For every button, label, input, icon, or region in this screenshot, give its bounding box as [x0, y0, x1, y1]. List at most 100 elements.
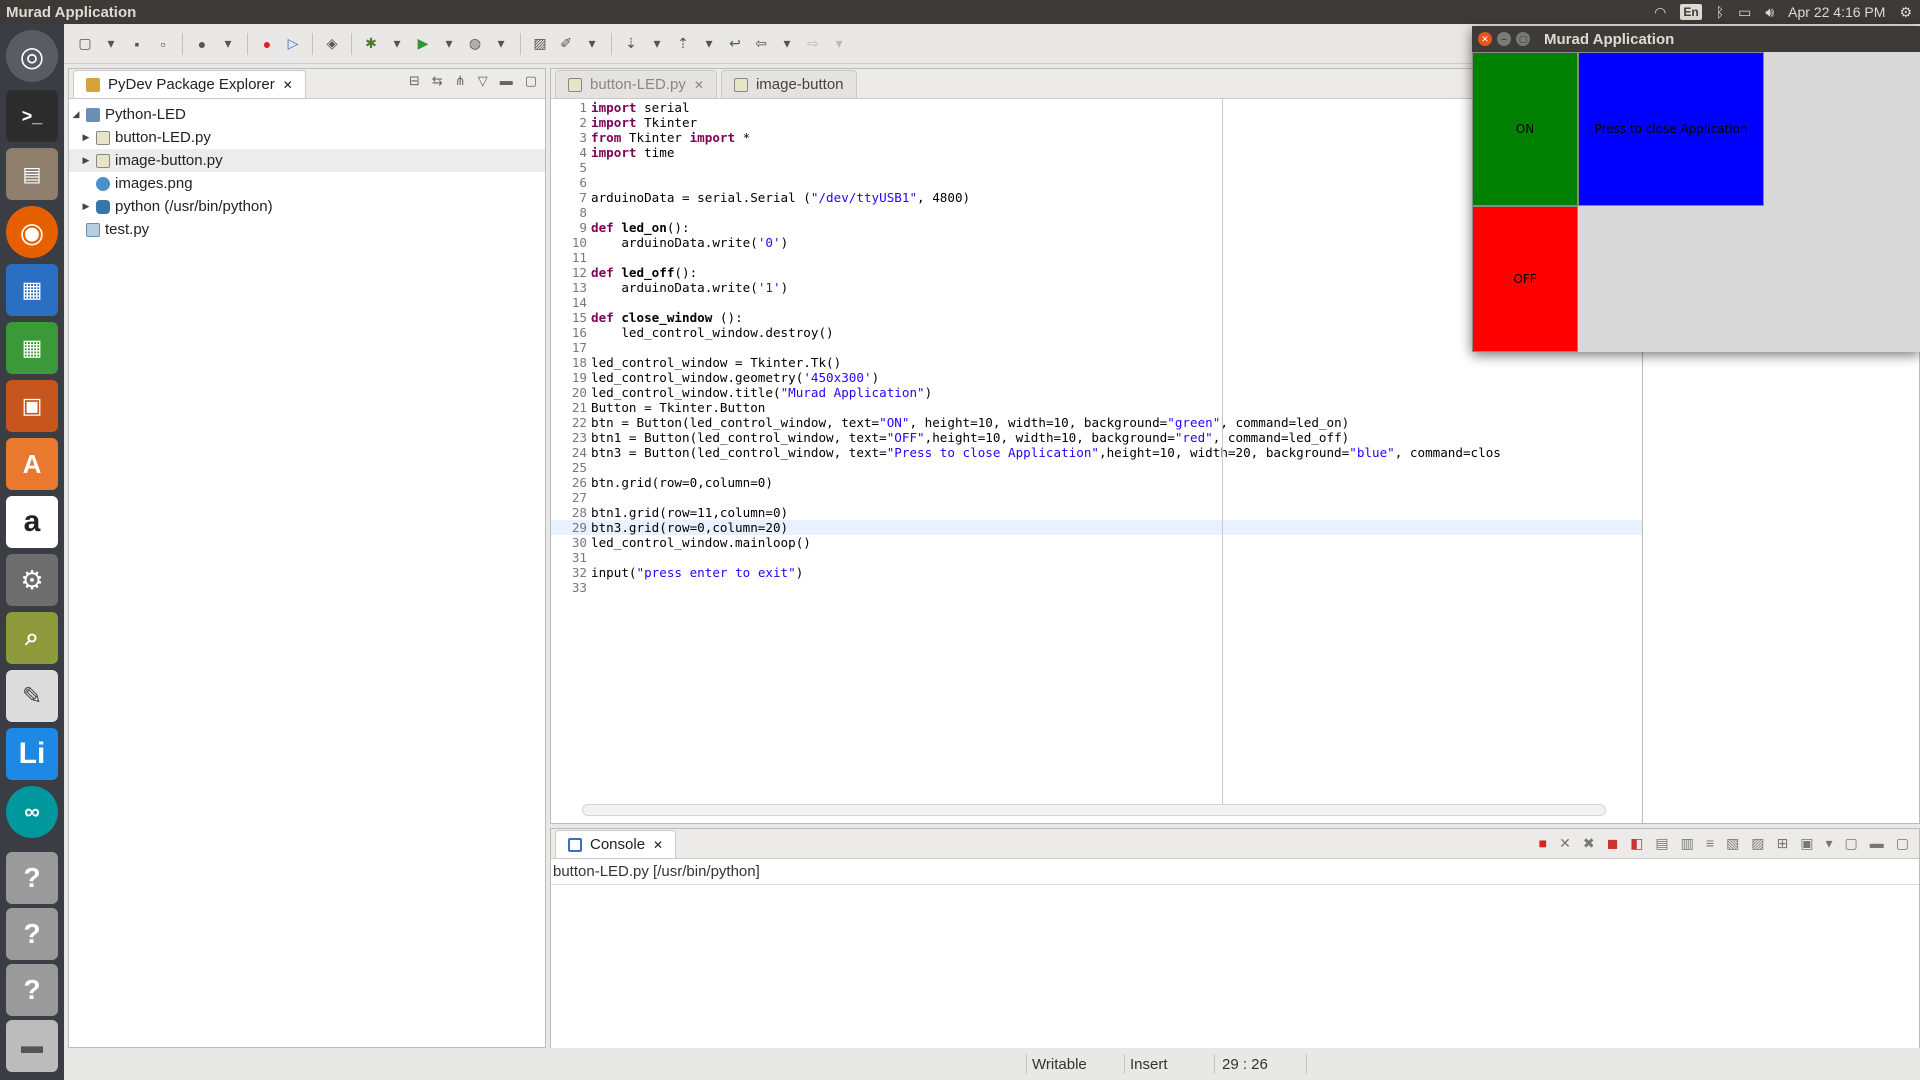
- tree-item-interpreter[interactable]: ▶ python (/usr/bin/python): [69, 195, 545, 218]
- dropdown-arrow-icon[interactable]: ▾: [438, 33, 460, 55]
- expanded-arrow-icon[interactable]: ◢: [71, 109, 81, 120]
- maximize-icon[interactable]: ▢: [1896, 835, 1909, 852]
- debug-icon[interactable]: ✱: [360, 33, 382, 55]
- wifi-icon[interactable]: ◠: [1654, 4, 1666, 21]
- window-titlebar[interactable]: ✕ – ▢ Murad Application: [1472, 26, 1920, 52]
- code-line[interactable]: 20 led_control_window.title("Murad Applic…: [551, 385, 1643, 400]
- code-line[interactable]: 18 led_control_window = Tkinter.Tk(): [551, 355, 1643, 370]
- dropdown-arrow-icon[interactable]: ▾: [776, 33, 798, 55]
- new-console-icon[interactable]: ▢: [1845, 835, 1858, 852]
- keyboard-language-indicator[interactable]: En: [1680, 4, 1702, 20]
- amazon-icon[interactable]: a: [6, 496, 58, 548]
- gear-icon[interactable]: ⚙: [1899, 4, 1912, 21]
- tree-item-file[interactable]: test.py: [69, 218, 545, 241]
- save-all-icon[interactable]: ▫: [152, 33, 174, 55]
- close-window-icon[interactable]: ✕: [1478, 32, 1492, 46]
- code-line[interactable]: 26 btn.grid(row=0,column=0): [551, 475, 1643, 490]
- stop-icon[interactable]: ●: [256, 33, 278, 55]
- collapsed-arrow-icon[interactable]: ▶: [81, 155, 91, 166]
- image-viewer-icon[interactable]: ⌕: [6, 612, 58, 664]
- drive-icon[interactable]: ▬: [6, 1020, 58, 1072]
- off-button[interactable]: OFF: [1472, 206, 1578, 352]
- close-icon[interactable]: ✕: [283, 78, 293, 92]
- system-settings-icon[interactable]: ⚙: [6, 554, 58, 606]
- view-menu-icon[interactable]: ▽: [478, 73, 488, 89]
- calc-icon[interactable]: ▦: [6, 322, 58, 374]
- pin-console-icon[interactable]: ⊞: [1777, 835, 1789, 852]
- stop-all-icon[interactable]: ◧: [1630, 835, 1643, 852]
- dropdown-arrow-icon[interactable]: ▾: [828, 33, 850, 55]
- dropdown-arrow-icon[interactable]: ▾: [100, 33, 122, 55]
- open-console-icon[interactable]: ▣: [1800, 835, 1813, 852]
- on-button[interactable]: ON: [1472, 52, 1578, 206]
- ubuntu-dash-icon[interactable]: ◎: [6, 30, 58, 82]
- dropdown-arrow-icon[interactable]: ▾: [581, 33, 603, 55]
- tab-console[interactable]: Console ✕: [555, 830, 677, 858]
- arduino-icon[interactable]: ∞: [6, 786, 58, 838]
- tab-package-explorer[interactable]: PyDev Package Explorer ✕: [73, 70, 306, 98]
- dropdown-arrow-icon[interactable]: ▾: [386, 33, 408, 55]
- new-icon[interactable]: ▢: [74, 33, 96, 55]
- tree-item-image[interactable]: images.png: [69, 172, 545, 195]
- tree-item-file[interactable]: ▶ button-LED.py: [69, 126, 545, 149]
- resume-icon[interactable]: ▷: [282, 33, 304, 55]
- display-selected-console-icon[interactable]: ▾: [1826, 835, 1833, 852]
- tab-image-button[interactable]: image-button: [720, 70, 857, 98]
- firefox-icon[interactable]: ◉: [6, 206, 58, 258]
- code-line[interactable]: 30 led_control_window.mainloop(): [551, 535, 1643, 550]
- terminate-icon[interactable]: ■: [1539, 835, 1547, 852]
- unknown-app-icon[interactable]: ?: [6, 908, 58, 960]
- remove-launch-icon[interactable]: ✕: [1559, 835, 1571, 852]
- writer-icon[interactable]: ▦: [6, 264, 58, 316]
- dropdown-arrow-icon[interactable]: ▾: [217, 33, 239, 55]
- link-with-editor-icon[interactable]: ⇆: [432, 73, 443, 89]
- remove-all-icon[interactable]: ✖: [1583, 835, 1595, 852]
- code-line[interactable]: 31: [551, 550, 1643, 565]
- maximize-icon[interactable]: ▢: [525, 73, 537, 89]
- external-tools-icon[interactable]: ◍: [464, 33, 486, 55]
- back-icon[interactable]: ⇦: [750, 33, 772, 55]
- clear-console-icon[interactable]: ▤: [1655, 835, 1668, 852]
- code-line[interactable]: 32 input("press enter to exit"): [551, 565, 1643, 580]
- dropdown-arrow-icon[interactable]: ▾: [698, 33, 720, 55]
- code-line[interactable]: 25: [551, 460, 1643, 475]
- run-icon[interactable]: ▶: [412, 33, 434, 55]
- word-wrap-icon[interactable]: ≡: [1706, 835, 1714, 852]
- volume-icon[interactable]: 🔊︎: [1765, 4, 1774, 21]
- code-line[interactable]: 28 btn1.grid(row=11,column=0): [551, 505, 1643, 520]
- minimize-window-icon[interactable]: –: [1497, 32, 1511, 46]
- show-stdout-icon[interactable]: ▧: [1726, 835, 1739, 852]
- battery-icon[interactable]: ▭: [1738, 4, 1751, 21]
- close-application-button[interactable]: Press to close Application: [1578, 52, 1764, 206]
- open-icon[interactable]: ◈: [321, 33, 343, 55]
- dropdown-arrow-icon[interactable]: ▾: [646, 33, 668, 55]
- close-icon[interactable]: ✕: [653, 838, 663, 852]
- code-line[interactable]: 24 btn3 = Button(led_control_window, text…: [551, 445, 1643, 460]
- save-icon[interactable]: ▪: [126, 33, 148, 55]
- next-annotation-icon[interactable]: ⇣: [620, 33, 642, 55]
- collapsed-arrow-icon[interactable]: ▶: [81, 132, 91, 143]
- close-icon[interactable]: ✕: [694, 78, 704, 92]
- horizontal-scrollbar[interactable]: [582, 804, 1606, 816]
- terminate-all-icon[interactable]: ◼: [1607, 835, 1619, 852]
- code-line[interactable]: 22 btn = Button(led_control_window, text=…: [551, 415, 1643, 430]
- previous-annotation-icon[interactable]: ⇡: [672, 33, 694, 55]
- filter-icon[interactable]: ⋔: [455, 73, 466, 89]
- maximize-window-icon[interactable]: ▢: [1516, 32, 1530, 46]
- scroll-lock-icon[interactable]: ▥: [1681, 835, 1694, 852]
- code-line[interactable]: 23 btn1 = Button(led_control_window, text…: [551, 430, 1643, 445]
- code-line[interactable]: 33: [551, 580, 1643, 595]
- impress-icon[interactable]: ▣: [6, 380, 58, 432]
- libreoffice-icon[interactable]: Li: [6, 728, 58, 780]
- tree-item-project[interactable]: ◢ Python-LED: [69, 103, 545, 126]
- software-center-icon[interactable]: A: [6, 438, 58, 490]
- text-editor-icon[interactable]: ✎: [6, 670, 58, 722]
- show-stderr-icon[interactable]: ▨: [1751, 835, 1764, 852]
- last-edit-icon[interactable]: ↩: [724, 33, 746, 55]
- brush-icon[interactable]: ✐: [555, 33, 577, 55]
- bluetooth-icon[interactable]: ᛒ: [1716, 4, 1724, 20]
- tab-button-led[interactable]: button-LED.py ✕: [555, 70, 717, 98]
- code-line[interactable]: 27: [551, 490, 1643, 505]
- collapsed-arrow-icon[interactable]: ▶: [81, 201, 91, 212]
- profile-icon[interactable]: ●: [191, 33, 213, 55]
